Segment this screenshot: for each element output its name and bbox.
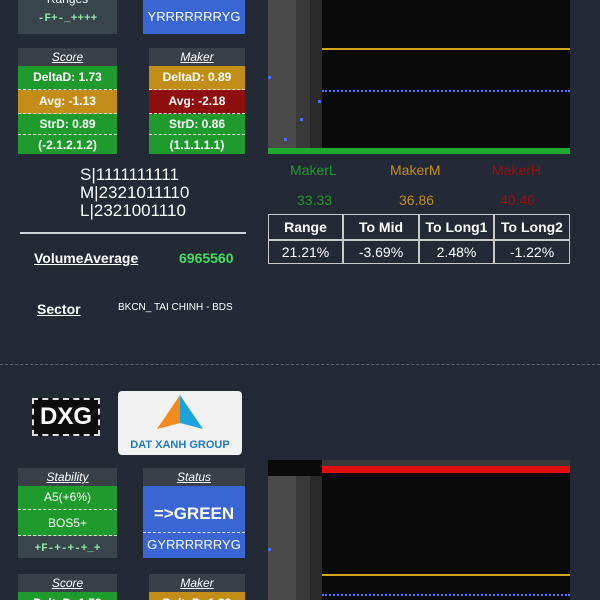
score-str: StrD: 0.89 — [18, 114, 117, 134]
maker-seq: (1.1.1.1.1) — [149, 134, 245, 154]
maker-m-value: 36.86 — [399, 192, 435, 208]
range-value: 21.21% — [281, 244, 330, 260]
chart-stripe — [310, 0, 322, 154]
chart-stripe — [296, 476, 310, 600]
to-long1-value: 2.48% — [436, 244, 477, 260]
chart-dot — [318, 100, 321, 103]
chart-dot — [284, 138, 287, 141]
logo-text: DAT XANH GROUP — [130, 439, 230, 451]
volume-label[interactable]: VolumeAverage — [34, 250, 138, 266]
status-header: Status — [143, 468, 245, 486]
status-value: YRRRRRRRYG — [143, 0, 245, 34]
chart-stripe — [310, 476, 322, 600]
stability-header: Stability — [18, 468, 117, 486]
to-long2-header: To Long2 — [501, 219, 563, 235]
chart-stripe — [296, 0, 310, 154]
ranges-value: -F+-_++++ — [37, 13, 98, 25]
range-table-header: To Long1 — [419, 214, 494, 240]
price-chart-bottom — [268, 460, 570, 600]
ticker-text: DXG — [39, 403, 92, 430]
range-table-header: To Mid — [343, 214, 419, 240]
stability-bos: BOS5+ — [18, 510, 117, 536]
stability-a5: A5(+6%) — [18, 486, 117, 510]
maker-l-value: 33.33 — [297, 192, 333, 208]
range-table-cell: 21.21% — [268, 240, 343, 264]
section-separator — [0, 364, 600, 365]
slm-block: S|1111111111 M|2321011110 L|2321001110 — [80, 166, 210, 220]
score-delta-bottom: DeltaD: 1.59 — [18, 592, 117, 600]
status-main: =>GREEN — [143, 486, 245, 532]
logo-icon — [157, 395, 203, 429]
to-mid-header: To Mid — [358, 219, 404, 235]
score-delta: DeltaD: 1.73 — [18, 66, 117, 90]
chart-line-blue-dotted — [322, 90, 570, 92]
sector-label[interactable]: Sector — [37, 301, 81, 317]
maker-avg: Avg: -2.18 — [149, 90, 245, 114]
maker-h-label: MakerH — [492, 162, 542, 178]
ticker-badge: DXG — [32, 398, 100, 436]
maker-h-value: 40.40 — [500, 192, 536, 208]
chart-dot — [268, 76, 271, 79]
slm-m: M|2321011110 — [80, 183, 190, 202]
chart-line-gold — [322, 48, 570, 50]
maker-delta-bottom: DeltaD: 1.28 — [149, 592, 245, 600]
range-table-cell: -1.22% — [494, 240, 570, 264]
range-table-cell: -3.69% — [343, 240, 419, 264]
slm-s: S|1111111111 — [80, 165, 179, 184]
maker-str: StrD: 0.86 — [149, 114, 245, 134]
score-header-bottom: Score — [18, 574, 117, 592]
maker-m-label: MakerM — [390, 162, 441, 178]
maker-header-bottom: Maker — [149, 574, 245, 592]
chart-stripe — [268, 476, 296, 600]
ranges-panel: Ranges -F+-_++++ — [18, 0, 117, 34]
chart-line-gold — [322, 574, 570, 576]
range-header: Range — [284, 219, 327, 235]
ranges-header: Ranges — [18, 0, 117, 8]
chart-dot — [300, 118, 303, 121]
status-value-bottom: GYRRRRRRYG — [143, 532, 245, 558]
volume-value: 6965560 — [179, 250, 234, 266]
left-divider — [20, 232, 246, 234]
stability-f-text: +F-+-+-+_+ — [34, 543, 101, 555]
sector-value: BKCN_ TAI CHINH - BDS — [118, 302, 233, 313]
range-table-header: Range — [268, 214, 343, 240]
range-table-cell: 2.48% — [419, 240, 494, 264]
range-table-header: To Long2 — [494, 214, 570, 240]
score-header: Score — [18, 48, 117, 66]
to-long2-value: -1.22% — [509, 244, 555, 260]
slm-l: L|2321001110 — [80, 201, 186, 220]
company-logo: DAT XANH GROUP — [118, 391, 242, 455]
maker-l-label: MakerL — [290, 162, 337, 178]
maker-header: Maker — [149, 48, 245, 66]
maker-delta: DeltaD: 0.89 — [149, 66, 245, 90]
score-seq: (-2.1.2.1.2) — [18, 134, 117, 154]
chart-stripe — [268, 0, 296, 154]
chart-bar-green — [268, 148, 570, 154]
chart-line-red — [322, 466, 570, 473]
to-mid-value: -3.69% — [358, 244, 404, 260]
chart-line-blue-dotted — [322, 594, 570, 596]
chart-dot — [268, 548, 271, 551]
to-long1-header: To Long1 — [425, 219, 488, 235]
stability-f: +F-+-+-+_+ — [18, 536, 117, 558]
score-avg: Avg: -1.13 — [18, 90, 117, 114]
price-chart-top — [268, 0, 570, 154]
